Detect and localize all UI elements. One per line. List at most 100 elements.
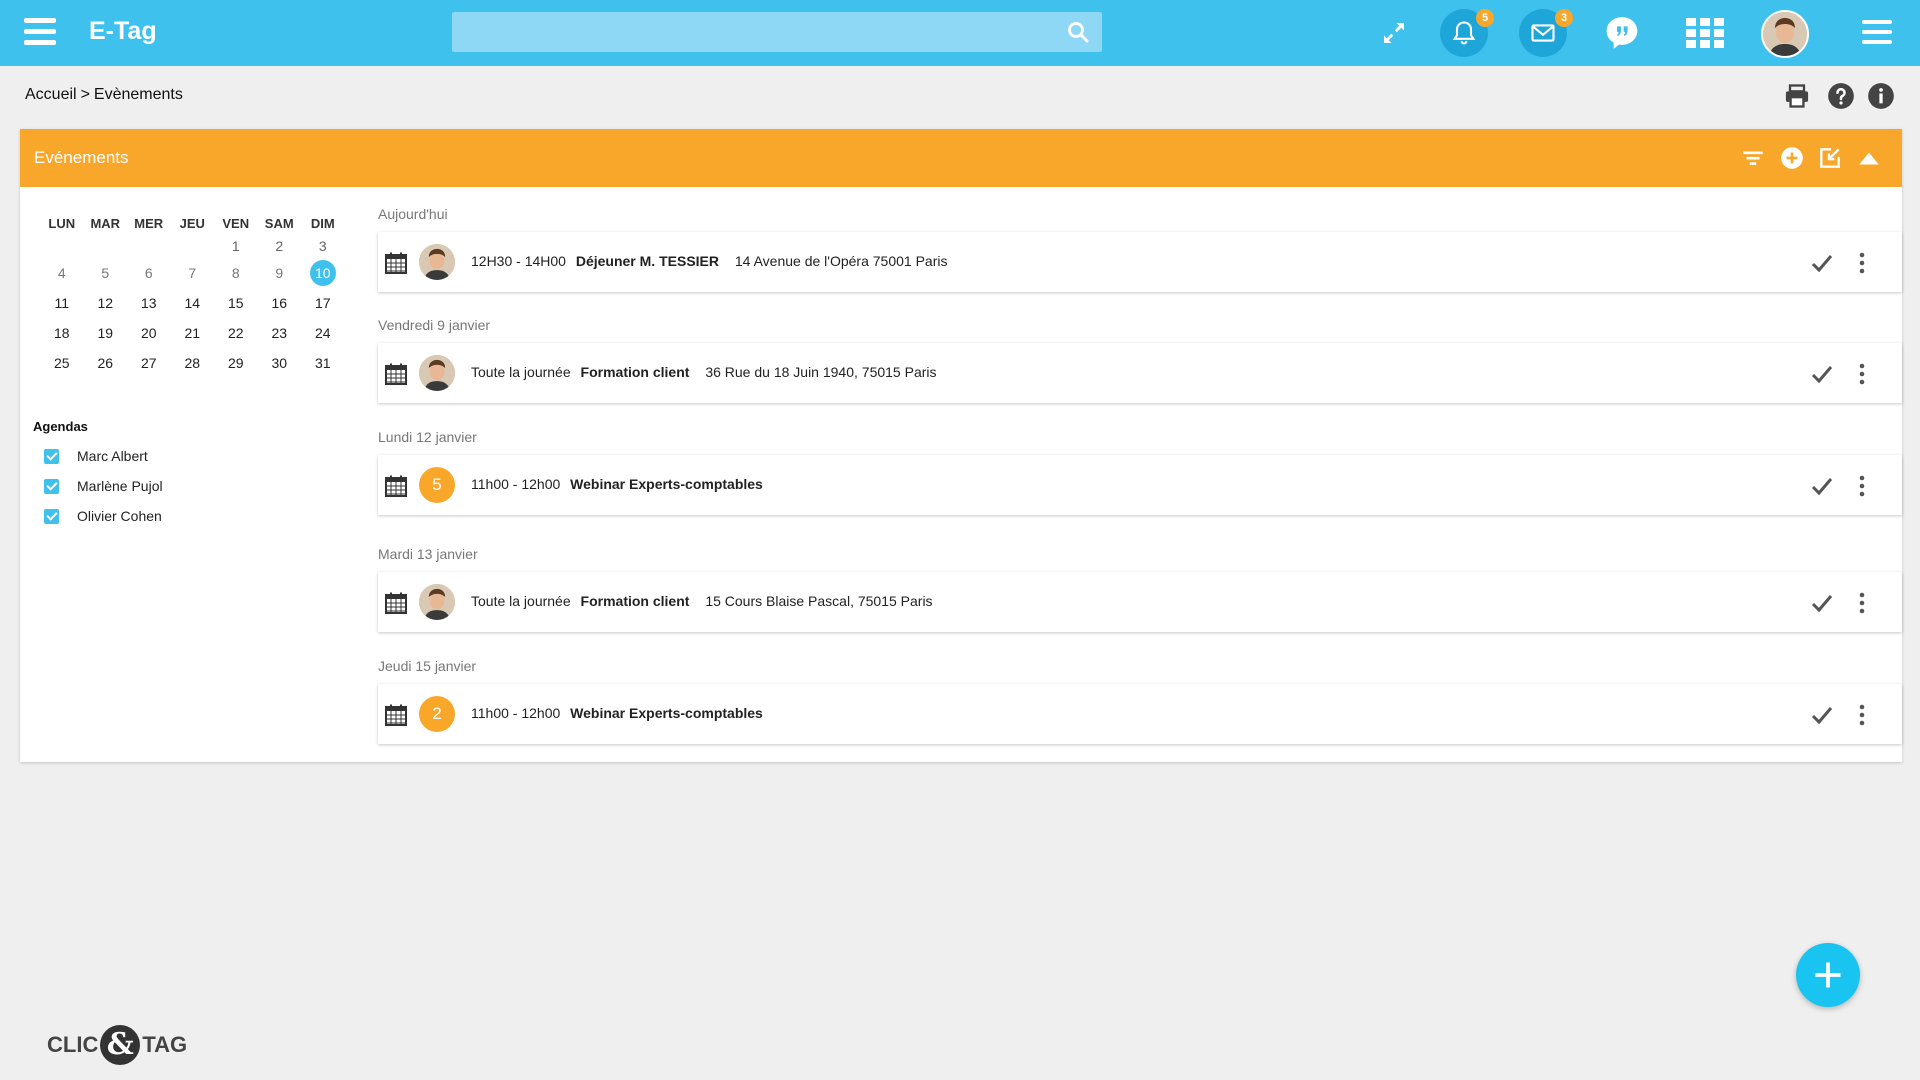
mail-icon bbox=[1531, 24, 1555, 42]
agenda-item[interactable]: Marc Albert bbox=[44, 446, 148, 466]
calendar-day[interactable]: 3 bbox=[301, 236, 345, 258]
chat-icon[interactable] bbox=[1598, 9, 1646, 57]
collapse-icon[interactable] bbox=[1856, 145, 1882, 171]
check-icon[interactable] bbox=[1810, 591, 1834, 615]
agenda-checkbox[interactable] bbox=[44, 448, 59, 464]
event-location: 14 Avenue de l'Opéra 75001 Paris bbox=[734, 253, 948, 269]
calendar-day[interactable]: 30 bbox=[258, 348, 302, 378]
more-vertical-icon[interactable] bbox=[1858, 703, 1866, 727]
calendar-day[interactable]: 8 bbox=[214, 258, 258, 288]
add-circle-icon[interactable] bbox=[1779, 145, 1805, 171]
calendar-day[interactable]: 14 bbox=[171, 288, 215, 318]
calendar-day[interactable]: 23 bbox=[258, 318, 302, 348]
user-avatar[interactable] bbox=[1761, 10, 1809, 58]
agenda-item[interactable]: Olivier Cohen bbox=[44, 506, 162, 526]
calendar-day[interactable]: 2 bbox=[258, 236, 302, 258]
check-icon[interactable] bbox=[1810, 251, 1834, 275]
calendar-day-today[interactable]: 10 bbox=[301, 258, 345, 288]
event-card[interactable]: Toute la journée Formation client 36 Rue… bbox=[378, 343, 1902, 403]
calendar-empty-cell bbox=[171, 236, 215, 258]
calendar-day[interactable]: 24 bbox=[301, 318, 345, 348]
calendar-day[interactable]: 12 bbox=[84, 288, 128, 318]
calendar-day[interactable]: 16 bbox=[258, 288, 302, 318]
calendar-day[interactable]: 29 bbox=[214, 348, 258, 378]
help-icon[interactable] bbox=[1827, 82, 1855, 110]
search-input[interactable] bbox=[452, 12, 1052, 52]
calendar-day[interactable]: 26 bbox=[84, 348, 128, 378]
calendar-weekdays: LUN MAR MER JEU VEN SAM DIM bbox=[40, 212, 360, 236]
more-vertical-icon[interactable] bbox=[1858, 474, 1866, 498]
calendar-day[interactable]: 27 bbox=[127, 348, 171, 378]
agendas-title: Agendas bbox=[33, 419, 88, 434]
event-text: 11h00 - 12h00 Webinar Experts-comptables bbox=[471, 476, 775, 492]
weekday-label: MER bbox=[134, 216, 164, 231]
calendar-day[interactable]: 28 bbox=[171, 348, 215, 378]
event-title: Formation client bbox=[580, 593, 690, 609]
calendar-day[interactable]: 17 bbox=[301, 288, 345, 318]
calendar-day[interactable]: 15 bbox=[214, 288, 258, 318]
logo-right-text: TAG bbox=[142, 1032, 188, 1057]
calendar-icon bbox=[385, 704, 407, 726]
check-icon[interactable] bbox=[1810, 474, 1834, 498]
calendar-day[interactable]: 20 bbox=[127, 318, 171, 348]
calendar-week: 25 26 27 28 29 30 31 bbox=[40, 348, 360, 378]
calendar-day[interactable]: 5 bbox=[84, 258, 128, 288]
agenda-item[interactable]: Marlène Pujol bbox=[44, 476, 163, 496]
calendar-day[interactable]: 4 bbox=[40, 258, 84, 288]
agenda-label: Olivier Cohen bbox=[77, 508, 162, 524]
calendar-week: 18 19 20 21 22 23 24 bbox=[40, 318, 360, 348]
calendar-day[interactable]: 7 bbox=[171, 258, 215, 288]
search-icon[interactable] bbox=[1066, 20, 1090, 44]
clic-tag-logo: CLIC & TAG bbox=[47, 1024, 187, 1066]
event-time: 11h00 - 12h00 bbox=[471, 476, 561, 492]
more-vertical-icon[interactable] bbox=[1858, 362, 1866, 386]
event-card[interactable]: 2 11h00 - 12h00 Webinar Experts-comptabl… bbox=[378, 684, 1902, 744]
calendar-empty-cell bbox=[127, 236, 171, 258]
apps-grid-icon[interactable] bbox=[1681, 9, 1729, 57]
app-title: E-Tag bbox=[89, 17, 157, 45]
calendar-day[interactable]: 22 bbox=[214, 318, 258, 348]
event-card[interactable]: 12H30 - 14H00 Déjeuner M. TESSIER 14 Ave… bbox=[378, 232, 1902, 292]
messages-button[interactable]: 3 bbox=[1519, 9, 1573, 57]
info-icon[interactable] bbox=[1867, 82, 1895, 110]
day-label: Lundi 12 janvier bbox=[378, 429, 477, 445]
event-time: 11h00 - 12h00 bbox=[471, 705, 561, 721]
notifications-button[interactable]: 5 bbox=[1440, 9, 1494, 57]
fullscreen-icon[interactable] bbox=[1370, 9, 1418, 57]
messages-badge: 3 bbox=[1555, 9, 1573, 27]
add-event-button[interactable] bbox=[1796, 943, 1860, 1007]
breadcrumb-home[interactable]: Accueil bbox=[25, 86, 77, 103]
calendar-day[interactable]: 31 bbox=[301, 348, 345, 378]
agenda-checkbox[interactable] bbox=[44, 478, 59, 494]
participant-avatar bbox=[419, 355, 455, 391]
event-card[interactable]: 5 11h00 - 12h00 Webinar Experts-comptabl… bbox=[378, 455, 1902, 515]
panel-header: Evénements bbox=[20, 129, 1902, 187]
day-label: Jeudi 15 janvier bbox=[378, 658, 477, 674]
logo-ampersand: & bbox=[100, 1025, 141, 1065]
export-icon[interactable] bbox=[1817, 145, 1843, 171]
search-bar bbox=[452, 12, 1102, 52]
more-vertical-icon[interactable] bbox=[1858, 591, 1866, 615]
calendar-day[interactable]: 18 bbox=[40, 318, 84, 348]
breadcrumb: Accueil > Evènements bbox=[25, 86, 183, 104]
check-icon[interactable] bbox=[1810, 362, 1834, 386]
calendar-day[interactable]: 11 bbox=[40, 288, 84, 318]
weekday-label: DIM bbox=[310, 216, 335, 231]
calendar-day[interactable]: 6 bbox=[127, 258, 171, 288]
event-card[interactable]: Toute la journée Formation client 15 Cou… bbox=[378, 572, 1902, 632]
calendar-day[interactable]: 9 bbox=[258, 258, 302, 288]
print-icon[interactable] bbox=[1783, 82, 1811, 110]
more-vertical-icon[interactable] bbox=[1858, 251, 1866, 275]
calendar-week: 4 5 6 7 8 9 10 bbox=[40, 258, 360, 288]
calendar-day[interactable]: 1 bbox=[214, 236, 258, 258]
calendar-day[interactable]: 21 bbox=[171, 318, 215, 348]
calendar-day[interactable]: 19 bbox=[84, 318, 128, 348]
check-icon[interactable] bbox=[1810, 703, 1834, 727]
agenda-checkbox[interactable] bbox=[44, 508, 59, 524]
menu-icon[interactable] bbox=[24, 18, 56, 46]
calendar-day[interactable]: 25 bbox=[40, 348, 84, 378]
day-label: Vendredi 9 janvier bbox=[378, 317, 491, 333]
right-menu-icon[interactable] bbox=[1862, 20, 1892, 46]
filter-icon[interactable] bbox=[1740, 145, 1766, 171]
calendar-day[interactable]: 13 bbox=[127, 288, 171, 318]
